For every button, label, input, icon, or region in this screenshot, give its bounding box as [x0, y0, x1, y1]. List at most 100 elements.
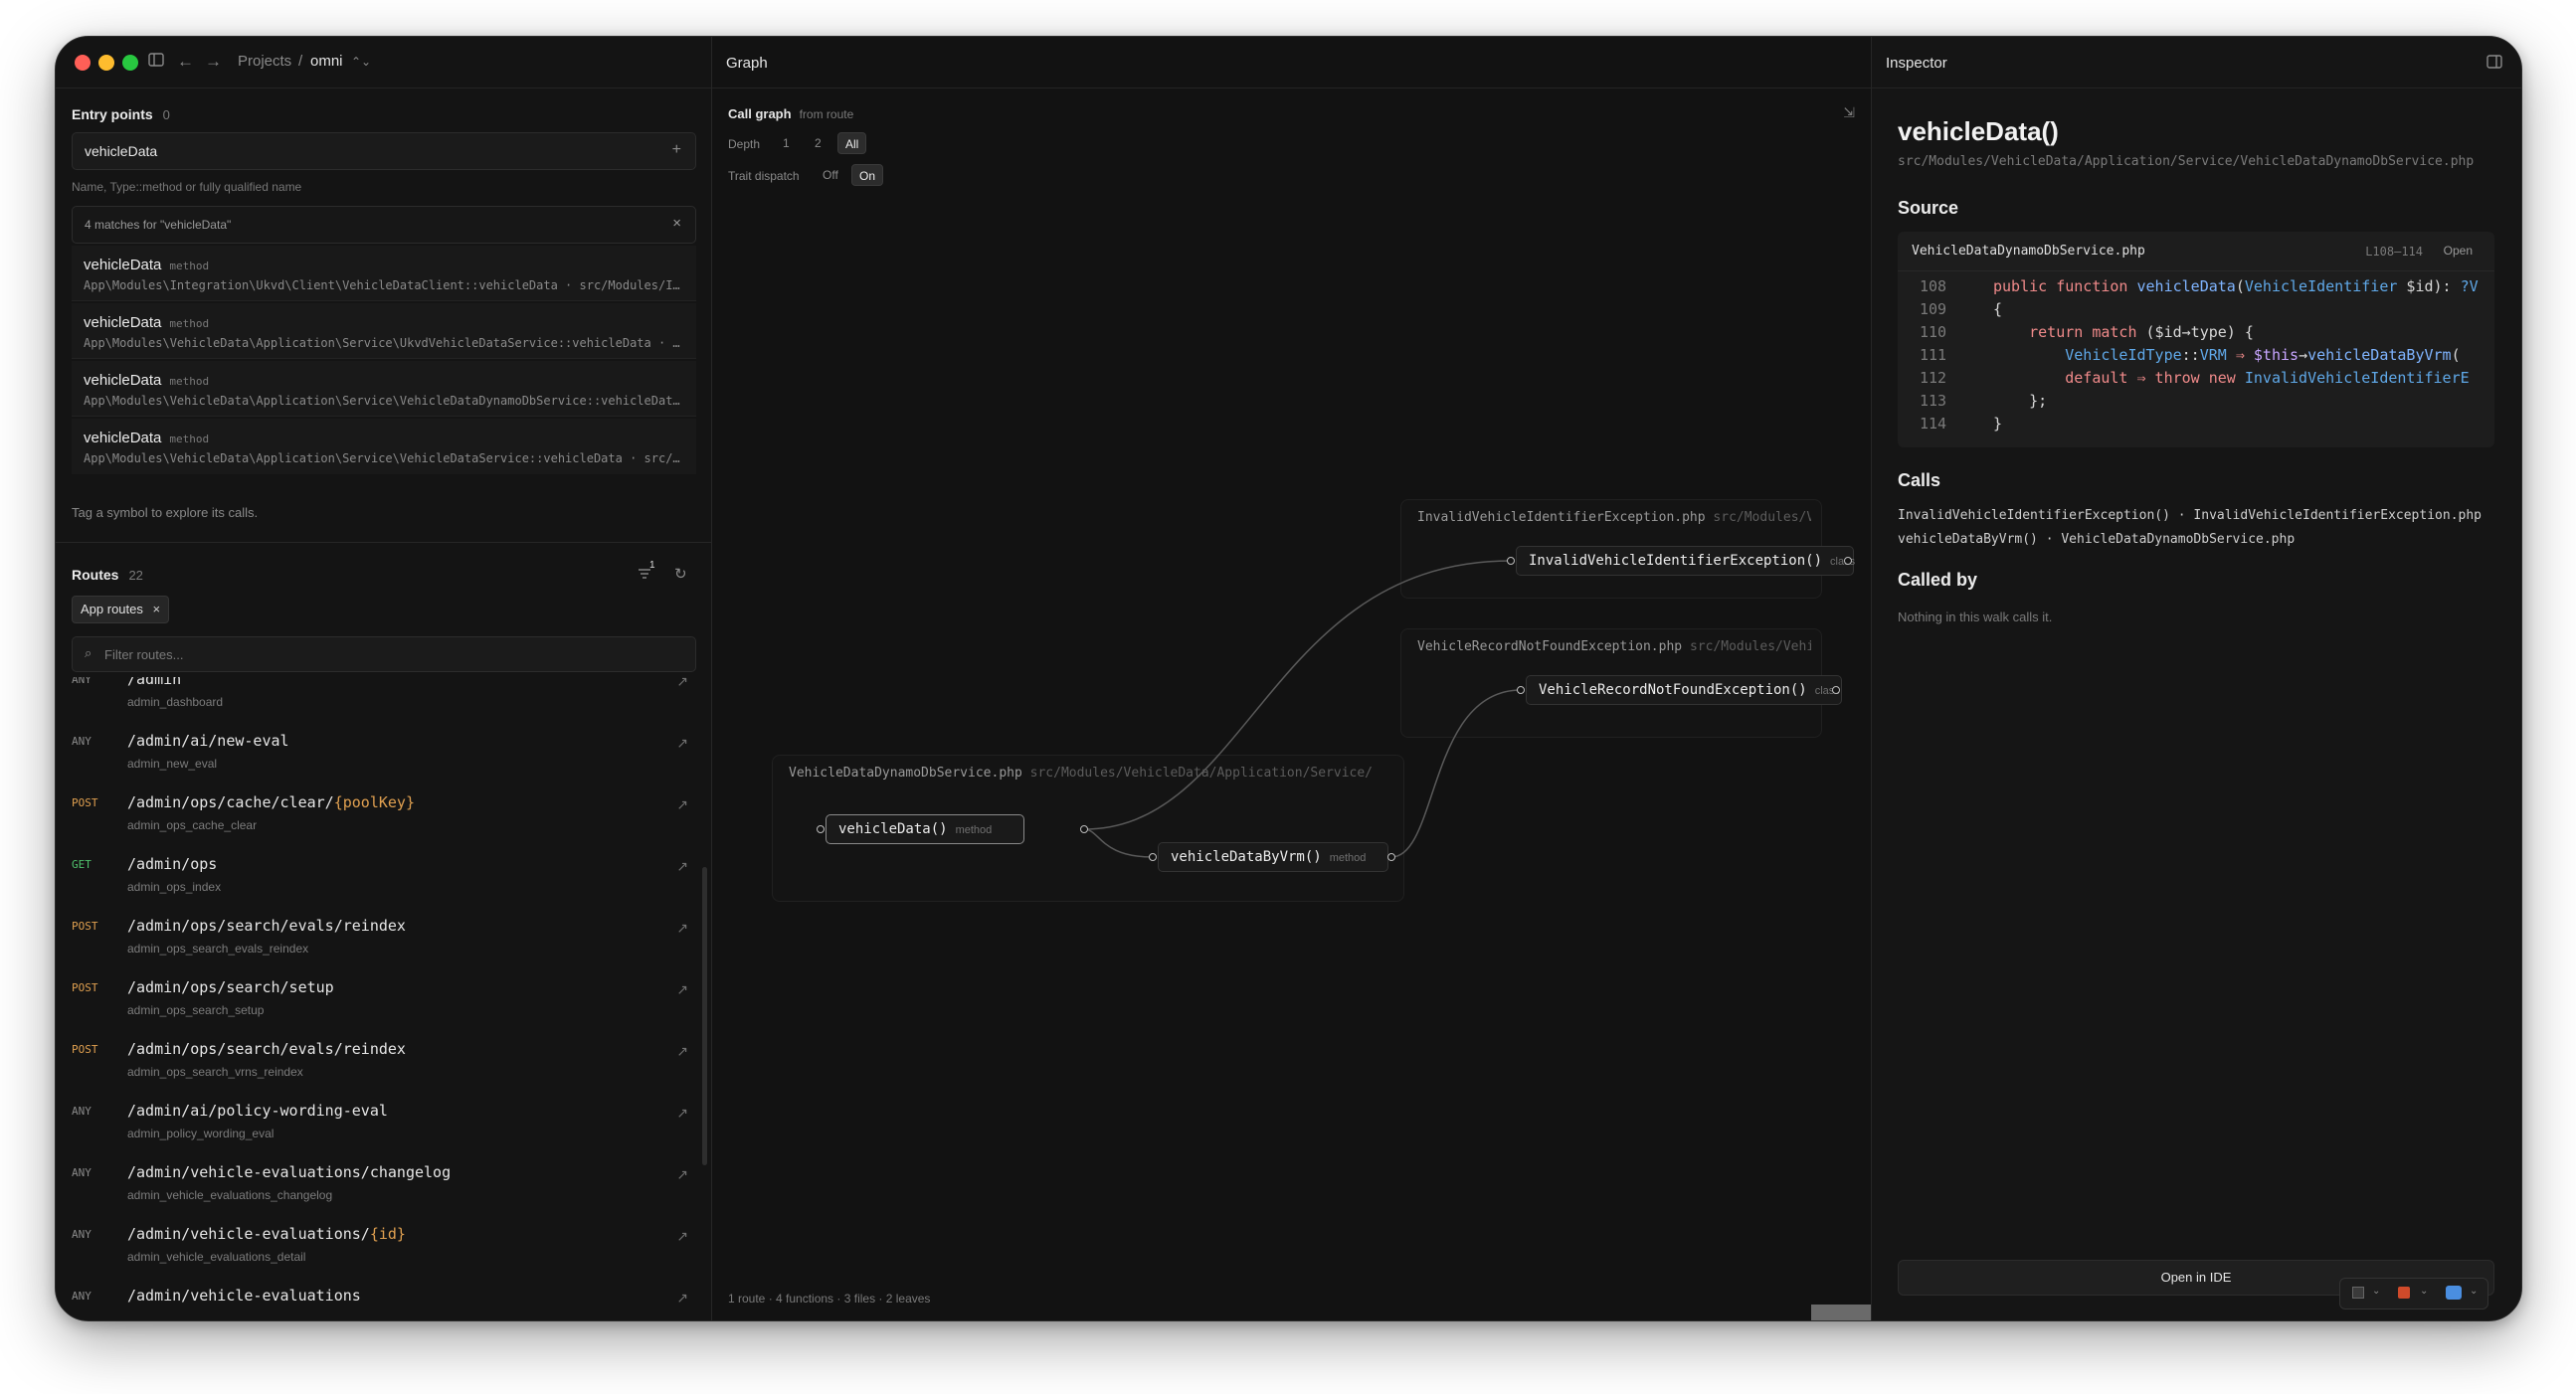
minimize-window-button[interactable]	[98, 55, 114, 71]
match-item[interactable]: vehicleData method App\Modules\VehicleDat…	[72, 303, 696, 359]
route-item[interactable]: POST /admin/ops/search/evals/reindex adm…	[72, 1037, 696, 1099]
filter-routes-placeholder: Filter routes...	[104, 647, 184, 662]
route-item[interactable]: ANY /admin/vehicle-evaluations/{id} admi…	[72, 1222, 696, 1284]
zoom-window-button[interactable]	[122, 55, 138, 71]
code-line: 111 VehicleIdType::VRM ⇒ $this→vehicleDa…	[1920, 346, 2461, 364]
code-line: 112 default ⇒ throw new InvalidVehicleId…	[1920, 369, 2470, 387]
source-open-button[interactable]: Open	[2444, 244, 2473, 258]
inspector-titlebar: Inspector	[1872, 37, 2521, 88]
route-item[interactable]: ANY /admin/ai/new-eval admin_new_eval ↗	[72, 729, 696, 790]
node-port	[1507, 557, 1515, 565]
routes-title: Routes 22	[72, 567, 143, 583]
graph-pane: Graph Call graph from route ⇲ Depth 1 2 A…	[712, 37, 1872, 1320]
source-line-range: L108–114	[2365, 245, 2423, 259]
close-window-button[interactable]	[75, 55, 91, 71]
entry-point-input-value: vehicleData	[85, 143, 158, 159]
inspector-pane-title: Inspector	[1886, 55, 1947, 72]
refresh-icon[interactable]: ↻	[674, 565, 687, 583]
route-item[interactable]: POST /admin/ops/cache/clear/{poolKey} ad…	[72, 790, 696, 852]
match-item[interactable]: vehicleData method App\Modules\VehicleDat…	[72, 361, 696, 417]
left-pane: ← → Projects / omni ⌃⌄ Entry points 0 veh…	[56, 37, 712, 1320]
clear-matches-icon[interactable]: ×	[672, 215, 681, 232]
code-line: 109{	[1920, 300, 2003, 318]
panel-toggle-icon[interactable]	[2485, 53, 2503, 76]
graph-node-vehicle-record-not-found-exception[interactable]: VehicleRecordNotFoundException() class	[1526, 675, 1842, 705]
external-link-icon[interactable]: ↗	[676, 1290, 688, 1307]
calls-item[interactable]: InvalidVehicleIdentifierException() · In…	[1898, 508, 2482, 523]
routes-count: 22	[128, 568, 143, 583]
route-item[interactable]: ANY /admin/vehicle-evaluations/changelog…	[72, 1160, 696, 1222]
breadcrumb-separator: /	[298, 53, 303, 70]
add-icon[interactable]: +	[672, 141, 681, 159]
external-link-icon[interactable]: ↗	[676, 796, 688, 813]
route-item[interactable]: POST /admin/ops/search/setup admin_ops_s…	[72, 975, 696, 1037]
tag-hint: Tag a symbol to explore its calls.	[72, 505, 259, 520]
routes-scrollbar[interactable]	[702, 867, 707, 1165]
called-by-empty: Nothing in this walk calls it.	[1898, 610, 2053, 624]
node-port	[1517, 686, 1525, 694]
routes-list: ANY /admin admin_dashboard ↗ ANY /admin/…	[56, 677, 697, 1320]
external-link-icon[interactable]: ↗	[676, 677, 688, 690]
node-port	[817, 825, 825, 833]
external-link-icon[interactable]: ↗	[676, 1228, 688, 1245]
calls-item[interactable]: vehicleDataByVrm() · VehicleDataDynamoDb…	[1898, 532, 2295, 547]
match-item[interactable]: vehicleData method App\Modules\VehicleDat…	[72, 419, 696, 474]
route-item[interactable]: ANY /admin admin_dashboard ↗	[72, 677, 696, 729]
route-item[interactable]: POST /admin/ops/search/evals/reindex adm…	[72, 914, 696, 975]
filter-routes-input[interactable]: ⌕ Filter routes...	[72, 636, 696, 672]
called-by-title: Called by	[1898, 570, 1978, 590]
code-line: 110 return match ($id→type) {	[1920, 323, 2254, 341]
graph-footer-stats: 1 route · 4 functions · 3 files · 2 leav…	[728, 1292, 931, 1306]
code-line: 113 };	[1920, 392, 2048, 410]
external-link-icon[interactable]: ↗	[676, 858, 688, 875]
section-divider	[56, 542, 711, 543]
left-titlebar: ← → Projects / omni ⌃⌄	[56, 37, 711, 88]
app-window: ← → Projects / omni ⌃⌄ Entry points 0 veh…	[55, 36, 2522, 1321]
editor-switcher[interactable]: ⌄ ⌄ ⌄	[2339, 1278, 2488, 1309]
match-item[interactable]: vehicleData method App\Modules\Integratio…	[72, 246, 696, 301]
code-line: 114}	[1920, 415, 2003, 433]
route-item[interactable]: ANY /admin/vehicle-evaluations ↗	[72, 1284, 696, 1320]
ide-icon	[2398, 1287, 2410, 1299]
filter-count-badge: 1	[649, 560, 655, 571]
matches-header: 4 matches for "vehicleData" ×	[72, 206, 696, 244]
external-link-icon[interactable]: ↗	[676, 920, 688, 937]
entry-point-input[interactable]: vehicleData +	[72, 132, 696, 170]
external-link-icon[interactable]: ↗	[676, 1105, 688, 1122]
search-icon: ⌕	[85, 645, 92, 660]
chevron-down-icon: ⌄	[2470, 1286, 2479, 1297]
match-path: App\Modules\Integration\Ukvd\Client\Vehi…	[84, 278, 686, 292]
sidebar-toggle-icon[interactable]	[147, 51, 165, 75]
chip-remove-icon[interactable]: ×	[153, 602, 161, 616]
external-link-icon[interactable]: ↗	[676, 981, 688, 998]
inspector-symbol-title: vehicleData()	[1898, 116, 2059, 146]
app-routes-chip[interactable]: App routes ×	[72, 596, 170, 623]
inspector-symbol-path: src/Modules/VehicleData/Application/Serv…	[1898, 154, 2475, 169]
breadcrumb-projects[interactable]: Projects	[238, 53, 291, 70]
chip-label: App routes	[81, 602, 143, 616]
entry-points-count: 0	[162, 107, 170, 122]
editor-icon	[2352, 1287, 2364, 1299]
code-line: 108 public function vehicleData(VehicleId…	[1920, 277, 2479, 295]
back-arrow-icon[interactable]: ←	[177, 51, 194, 73]
project-switcher-chevron-icon[interactable]: ⌃⌄	[351, 55, 371, 69]
chevron-down-icon: ⌄	[2372, 1286, 2381, 1297]
graph-node-vehicle-data[interactable]: vehicleData() method	[826, 814, 1024, 844]
source-code-box: VehicleDataDynamoDbService.php L108–114 …	[1898, 232, 2494, 447]
forward-arrow-icon[interactable]: →	[205, 51, 222, 73]
external-link-icon[interactable]: ↗	[676, 735, 688, 752]
breadcrumb-project[interactable]: omni	[310, 53, 343, 70]
graph-node-invalid-vehicle-identifier-exception[interactable]: InvalidVehicleIdentifierException() class	[1516, 546, 1855, 576]
source-header: VehicleDataDynamoDbService.php L108–114 …	[1898, 232, 2494, 271]
calls-title: Calls	[1898, 470, 1941, 490]
source-file-name: VehicleDataDynamoDbService.php	[1912, 244, 2145, 259]
external-link-icon[interactable]: ↗	[676, 1166, 688, 1183]
minimap-handle[interactable]	[1811, 1305, 1871, 1320]
route-item[interactable]: GET /admin/ops admin_ops_index ↗	[72, 852, 696, 914]
route-item[interactable]: ANY /admin/ai/policy-wording-eval admin_…	[72, 1099, 696, 1160]
chevron-down-icon: ⌄	[2420, 1286, 2429, 1297]
finder-icon	[2446, 1286, 2462, 1300]
graph-node-vehicle-data-by-vrm[interactable]: vehicleDataByVrm() method	[1158, 842, 1388, 872]
external-link-icon[interactable]: ↗	[676, 1043, 688, 1060]
entry-point-hint: Name, Type::method or fully qualified na…	[72, 180, 302, 194]
